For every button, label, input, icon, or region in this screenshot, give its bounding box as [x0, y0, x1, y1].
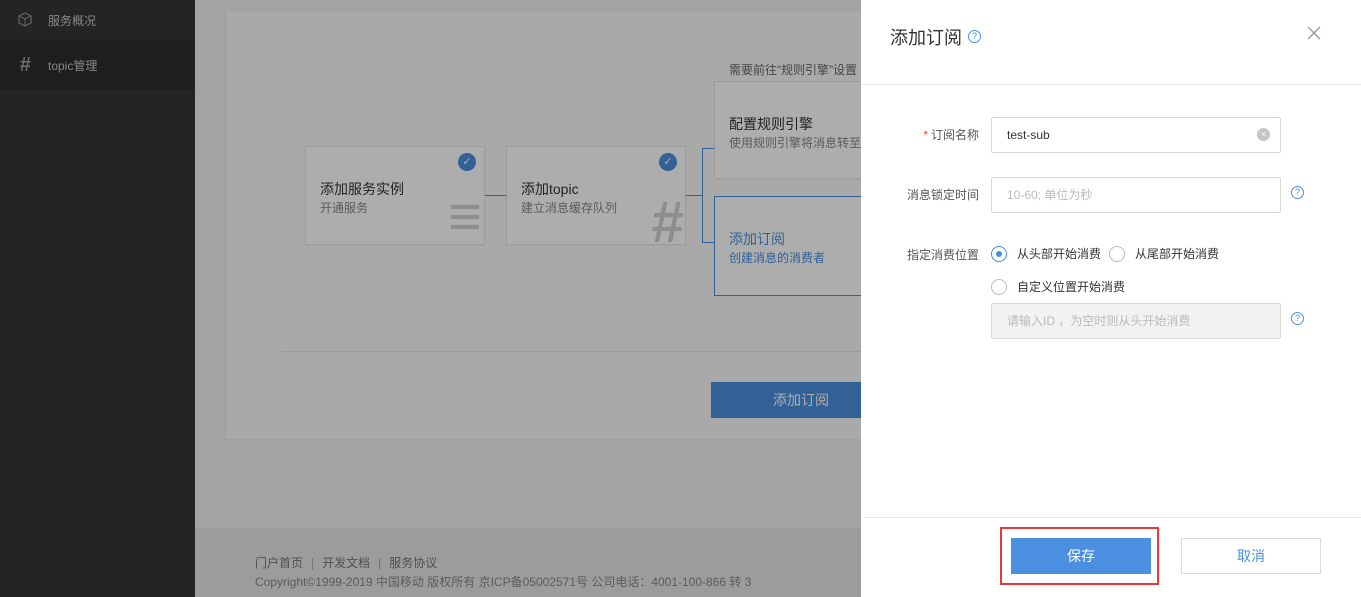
position-id-input[interactable] — [991, 303, 1281, 339]
drawer-footer: 保存 取消 — [861, 517, 1361, 597]
radio-label: 自定义位置开始消费 — [1017, 280, 1126, 294]
radio-icon[interactable] — [1109, 245, 1125, 262]
cancel-button[interactable]: 取消 — [1181, 538, 1321, 574]
modal-overlay[interactable] — [0, 0, 861, 597]
radio-from-head[interactable]: 从头部开始消费 — [991, 245, 1101, 262]
lock-time-input[interactable] — [991, 177, 1281, 213]
close-icon[interactable] — [1307, 24, 1321, 44]
radio-icon[interactable] — [991, 278, 1007, 295]
drawer-title: 添加订阅 — [890, 28, 962, 48]
radio-label: 从头部开始消费 — [1017, 247, 1102, 261]
radio-from-tail[interactable]: 从尾部开始消费 — [1109, 245, 1219, 262]
help-icon[interactable]: ? — [1291, 186, 1304, 199]
lock-time-label: 消息锁定时间 — [906, 188, 979, 202]
help-icon[interactable]: ? — [968, 30, 981, 43]
clear-icon[interactable]: × — [1257, 128, 1270, 141]
help-icon[interactable]: ? — [1291, 312, 1304, 325]
drawer-header: 添加订阅 ? — [861, 0, 1361, 85]
name-label: * 订阅名称 — [923, 128, 979, 142]
radio-custom[interactable]: 自定义位置开始消费 — [991, 278, 1125, 295]
add-subscription-drawer: 添加订阅 ? *订阅名称 × 消息锁定时间 ? 指定消费位置 从头部开始消费 从… — [861, 0, 1361, 597]
radio-label: 从尾部开始消费 — [1135, 247, 1220, 261]
save-button[interactable]: 保存 — [1011, 538, 1151, 574]
position-label: 指定消费位置 — [906, 248, 979, 262]
radio-checked-icon[interactable] — [991, 245, 1007, 262]
subscription-name-input[interactable] — [991, 117, 1281, 153]
